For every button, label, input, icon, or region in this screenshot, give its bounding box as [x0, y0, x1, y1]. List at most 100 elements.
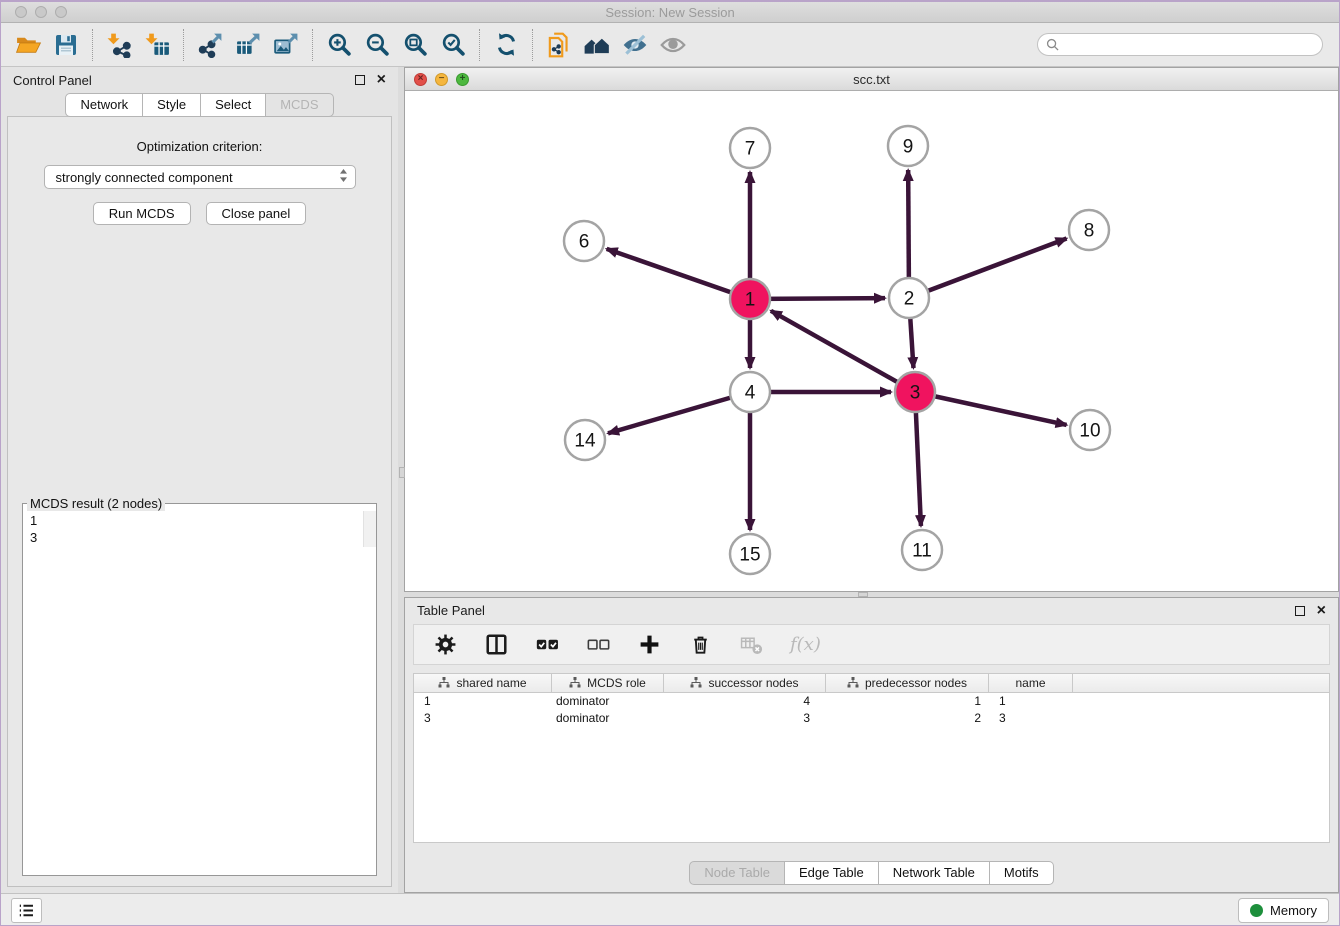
network-canvas[interactable]: 7 9 6 8 1 2 4 3 14 10 15 11 — [405, 91, 1338, 591]
graph-node-14[interactable]: 14 — [565, 420, 605, 460]
edge-1-6[interactable] — [607, 249, 750, 299]
column-header-mcds-role[interactable]: MCDS role — [552, 674, 664, 692]
graph-node-8[interactable]: 8 — [1069, 210, 1109, 250]
run-mcds-button[interactable]: Run MCDS — [93, 202, 191, 225]
open-file-button[interactable] — [9, 27, 47, 63]
toolbar-separator — [312, 29, 313, 61]
zoom-in-button[interactable] — [320, 27, 358, 63]
network-window-titlebar[interactable]: × − + scc.txt — [405, 68, 1338, 91]
column-header-predecessor-nodes[interactable]: predecessor nodes — [826, 674, 989, 692]
show-graphics-details-button[interactable] — [654, 27, 692, 63]
tab-style[interactable]: Style — [143, 93, 201, 117]
tab-select[interactable]: Select — [201, 93, 266, 117]
memory-status-dot — [1250, 904, 1263, 917]
close-table-panel-icon[interactable]: × — [1317, 606, 1326, 616]
tab-edge-table[interactable]: Edge Table — [785, 861, 879, 885]
float-panel-icon[interactable] — [355, 75, 365, 85]
graph-node-2[interactable]: 2 — [889, 278, 929, 318]
zoom-fit-button[interactable] — [396, 27, 434, 63]
edge-3-10[interactable] — [915, 392, 1067, 425]
import-table-icon — [144, 31, 171, 58]
zoom-selected-button[interactable] — [434, 27, 472, 63]
delete-table-icon — [740, 633, 763, 656]
graph-node-3[interactable]: 3 — [895, 372, 935, 412]
column-settings-button[interactable] — [433, 633, 457, 657]
table-row[interactable]: 3dominator323 — [414, 710, 1329, 727]
search-input[interactable] — [1037, 33, 1323, 56]
import-table-button[interactable] — [138, 27, 176, 63]
graph-node-9[interactable]: 9 — [888, 126, 928, 166]
add-column-button[interactable] — [637, 633, 661, 657]
table-toolbar: f(x) — [413, 624, 1330, 665]
import-network-icon — [106, 31, 133, 58]
table-cell: 1 — [826, 693, 989, 710]
delete-table-button[interactable] — [739, 633, 763, 657]
tab-motifs[interactable]: Motifs — [990, 861, 1054, 885]
edge-4-14[interactable] — [608, 392, 750, 433]
hide-graphics-details-button[interactable] — [616, 27, 654, 63]
import-network-button[interactable] — [100, 27, 138, 63]
window-titlebar[interactable]: Session: New Session — [1, 2, 1339, 23]
tab-network[interactable]: Network — [65, 93, 143, 117]
close-panel-button[interactable]: Close panel — [206, 202, 307, 225]
table-cell: dominator — [552, 693, 664, 710]
zoom-selected-icon — [440, 31, 467, 58]
list-icon — [17, 901, 36, 920]
graph-node-11[interactable]: 11 — [902, 530, 942, 570]
clone-network-button[interactable] — [540, 27, 578, 63]
split-table-button[interactable] — [484, 633, 508, 657]
vertical-splitter-handle[interactable] — [399, 467, 405, 478]
memory-button[interactable]: Memory — [1238, 898, 1329, 923]
column-header-successor-nodes[interactable]: successor nodes — [664, 674, 826, 692]
network-close-button[interactable]: × — [414, 73, 427, 86]
edge-2-8[interactable] — [909, 238, 1067, 298]
refresh-view-button[interactable] — [487, 27, 525, 63]
application-window: Session: New Session — [0, 0, 1340, 926]
result-scrollbar[interactable] — [363, 511, 376, 547]
tab-mcds[interactable]: MCDS — [266, 93, 333, 117]
deselect-all-columns-button[interactable] — [586, 633, 610, 657]
graph-node-1[interactable]: 1 — [730, 279, 770, 319]
optimization-criterion-select[interactable]: strongly connected component — [44, 165, 356, 189]
graph-node-4[interactable]: 4 — [730, 372, 770, 412]
svg-text:1: 1 — [745, 290, 756, 311]
export-network-button[interactable] — [191, 27, 229, 63]
export-table-button[interactable] — [229, 27, 267, 63]
svg-text:14: 14 — [574, 431, 596, 452]
float-table-panel-icon[interactable] — [1295, 606, 1305, 616]
home-layout-button[interactable] — [578, 27, 616, 63]
tab-node-table[interactable]: Node Table — [689, 861, 785, 885]
close-panel-icon[interactable]: × — [377, 75, 386, 85]
fx-icon: f(x) — [790, 634, 821, 655]
network-minimize-button[interactable]: − — [435, 73, 448, 86]
table-row[interactable]: 1dominator411 — [414, 693, 1329, 710]
table-cell: 4 — [664, 693, 826, 710]
column-header-name[interactable]: name — [989, 674, 1073, 692]
table-body: 1dominator4113dominator323 — [414, 693, 1329, 727]
search-field-wrap — [1037, 33, 1323, 56]
tab-network-table[interactable]: Network Table — [879, 861, 990, 885]
horizontal-splitter-handle[interactable] — [858, 592, 868, 597]
export-image-button[interactable] — [267, 27, 305, 63]
delete-columns-button[interactable] — [688, 633, 712, 657]
horizontal-splitter[interactable] — [404, 592, 1339, 597]
table-panel: Table Panel × — [404, 597, 1339, 893]
mcds-panel: Optimization criterion: strongly connect… — [7, 116, 392, 887]
svg-text:7: 7 — [745, 139, 756, 160]
save-session-button[interactable] — [47, 27, 85, 63]
table-panel-title: Table Panel — [417, 603, 485, 618]
column-header-shared-name[interactable]: shared name — [414, 674, 552, 692]
edge-3-1[interactable] — [771, 311, 915, 392]
select-all-columns-button[interactable] — [535, 633, 559, 657]
zoom-out-button[interactable] — [358, 27, 396, 63]
graph-node-6[interactable]: 6 — [564, 221, 604, 261]
graph-node-7[interactable]: 7 — [730, 128, 770, 168]
mcds-result-box: MCDS result (2 nodes) 13 — [22, 496, 377, 876]
network-maximize-button[interactable]: + — [456, 73, 469, 86]
function-builder-button[interactable]: f(x) — [790, 633, 821, 657]
graph-node-15[interactable]: 15 — [730, 534, 770, 574]
clone-network-icon — [545, 31, 573, 59]
panel-selector-button[interactable] — [11, 898, 42, 923]
show-graphics-details-icon — [659, 31, 687, 59]
graph-node-10[interactable]: 10 — [1070, 410, 1110, 450]
